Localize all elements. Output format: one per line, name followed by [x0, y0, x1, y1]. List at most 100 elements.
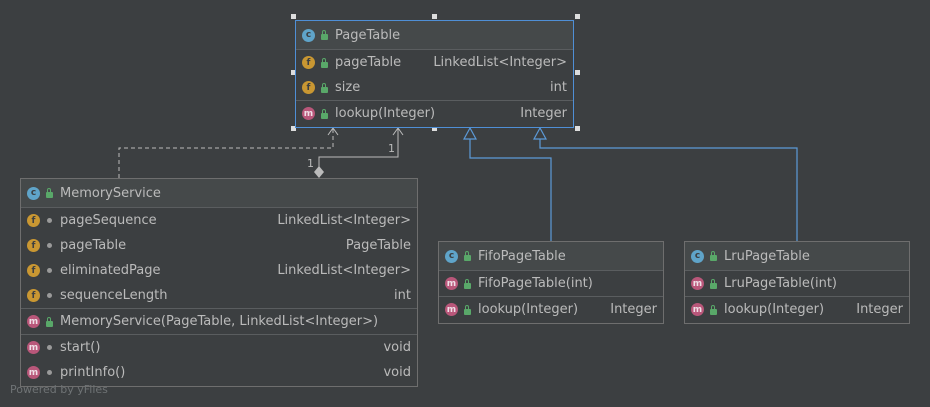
method-icon: m: [691, 277, 704, 290]
method-name: lookup(Integer): [478, 302, 579, 317]
private-dot-icon: [44, 345, 54, 350]
method-type: Integer: [856, 302, 903, 317]
field-type: LinkedList<Integer>: [277, 213, 411, 228]
class-title: FifoPageTable: [478, 248, 566, 264]
public-lock-icon: [708, 278, 718, 289]
method-row[interactable]: m lookup(Integer) Integer: [439, 297, 663, 322]
class-header[interactable]: c LruPageTable: [685, 242, 909, 271]
selection-handle[interactable]: [575, 70, 580, 75]
private-dot-icon: [44, 268, 54, 273]
method-name: lookup(Integer): [335, 106, 436, 121]
field-type: PageTable: [345, 238, 411, 253]
method-name: start(): [60, 340, 101, 355]
dependency-edge[interactable]: [118, 128, 334, 178]
class-node-memoryservice[interactable]: c MemoryService f pageSequence LinkedLis…: [20, 178, 418, 387]
class-title: MemoryService: [60, 185, 161, 201]
class-icon: c: [691, 249, 704, 263]
class-icon: c: [445, 249, 458, 263]
methods-section: m lookup(Integer) Integer: [296, 101, 573, 126]
fields-section: f pageSequence LinkedList<Integer> f pag…: [21, 208, 417, 309]
method-icon: m: [691, 303, 704, 316]
field-name: pageTable: [335, 55, 402, 70]
class-header[interactable]: c MemoryService: [21, 179, 417, 208]
public-lock-icon: [462, 304, 472, 315]
class-node-lrupagetable[interactable]: c LruPageTable m LruPageTable(int) m loo…: [684, 241, 910, 324]
method-row[interactable]: m lookup(Integer) Integer: [685, 297, 909, 322]
public-lock-icon: [319, 108, 329, 119]
inheritance-arrowhead-fifo: [462, 126, 478, 140]
methods-section: m start() void m printInfo() void: [21, 335, 417, 385]
public-lock-icon: [44, 316, 54, 327]
constructor-name: LruPageTable(int): [724, 276, 838, 291]
class-node-pagetable[interactable]: c PageTable f pageTable LinkedList<Integ…: [295, 20, 574, 128]
constructors-section: m LruPageTable(int): [685, 271, 909, 297]
method-row[interactable]: m lookup(Integer) Integer: [296, 101, 573, 126]
private-dot-icon: [44, 243, 54, 248]
method-name: printInfo(): [60, 365, 126, 380]
selection-handle[interactable]: [432, 14, 437, 19]
method-icon: m: [27, 315, 40, 328]
constructor-row[interactable]: m MemoryService(PageTable, LinkedList<In…: [21, 309, 417, 334]
class-header[interactable]: c PageTable: [296, 21, 573, 50]
constructor-row[interactable]: m FifoPageTable(int): [439, 271, 663, 296]
field-name: size: [335, 80, 361, 95]
method-name: lookup(Integer): [724, 302, 825, 317]
method-row[interactable]: m printInfo() void: [21, 360, 417, 385]
public-lock-icon: [462, 251, 472, 261]
class-title: LruPageTable: [724, 248, 810, 264]
field-type: int: [550, 80, 567, 95]
field-row[interactable]: f pageSequence LinkedList<Integer>: [21, 208, 417, 233]
selection-handle[interactable]: [575, 14, 580, 19]
method-icon: m: [445, 303, 458, 316]
method-icon: m: [27, 341, 40, 354]
method-type: void: [383, 365, 411, 380]
private-dot-icon: [44, 370, 54, 375]
field-row[interactable]: f eliminatedPage LinkedList<Integer>: [21, 258, 417, 283]
association-multiplicity-target: 1: [388, 142, 395, 155]
constructor-name: MemoryService(PageTable, LinkedList<Inte…: [60, 314, 379, 329]
public-lock-icon: [319, 57, 329, 68]
private-dot-icon: [44, 293, 54, 298]
inheritance-arrowhead-lru: [532, 126, 548, 140]
method-type: Integer: [520, 106, 567, 121]
field-name: pageSequence: [60, 213, 157, 228]
class-icon: c: [302, 28, 315, 42]
field-icon: f: [302, 56, 315, 69]
public-lock-icon: [319, 30, 329, 40]
class-icon: c: [27, 186, 40, 200]
public-lock-icon: [44, 188, 54, 198]
field-icon: f: [27, 264, 40, 277]
selection-handle[interactable]: [575, 126, 580, 131]
watermark-text: Powered by yFiles: [10, 383, 108, 396]
field-type: int: [394, 288, 411, 303]
field-type: LinkedList<Integer>: [433, 55, 567, 70]
field-row[interactable]: f size int: [296, 75, 573, 100]
class-node-fifopagetable[interactable]: c FifoPageTable m FifoPageTable(int) m l…: [438, 241, 664, 324]
method-row[interactable]: m start() void: [21, 335, 417, 360]
field-icon: f: [27, 239, 40, 252]
method-icon: m: [302, 107, 315, 120]
inheritance-edge-lru[interactable]: [539, 138, 798, 241]
public-lock-icon: [462, 278, 472, 289]
methods-section: m lookup(Integer) Integer: [685, 297, 909, 322]
field-name: sequenceLength: [60, 288, 168, 303]
method-type: Integer: [610, 302, 657, 317]
inheritance-edge-fifo[interactable]: [469, 138, 552, 241]
constructor-name: FifoPageTable(int): [478, 276, 593, 291]
fields-section: f pageTable LinkedList<Integer> f size i…: [296, 50, 573, 101]
aggregation-diamond: [314, 166, 324, 178]
field-icon: f: [302, 81, 315, 94]
field-row[interactable]: f pageTable PageTable: [21, 233, 417, 258]
selection-handle[interactable]: [291, 14, 296, 19]
class-header[interactable]: c FifoPageTable: [439, 242, 663, 271]
public-lock-icon: [708, 304, 718, 315]
association-multiplicity-source: 1: [307, 157, 314, 170]
method-icon: m: [27, 366, 40, 379]
class-title: PageTable: [335, 27, 401, 43]
field-name: pageTable: [60, 238, 127, 253]
field-row[interactable]: f pageTable LinkedList<Integer>: [296, 50, 573, 75]
method-icon: m: [445, 277, 458, 290]
constructor-row[interactable]: m LruPageTable(int): [685, 271, 909, 296]
field-row[interactable]: f sequenceLength int: [21, 283, 417, 308]
field-icon: f: [27, 289, 40, 302]
